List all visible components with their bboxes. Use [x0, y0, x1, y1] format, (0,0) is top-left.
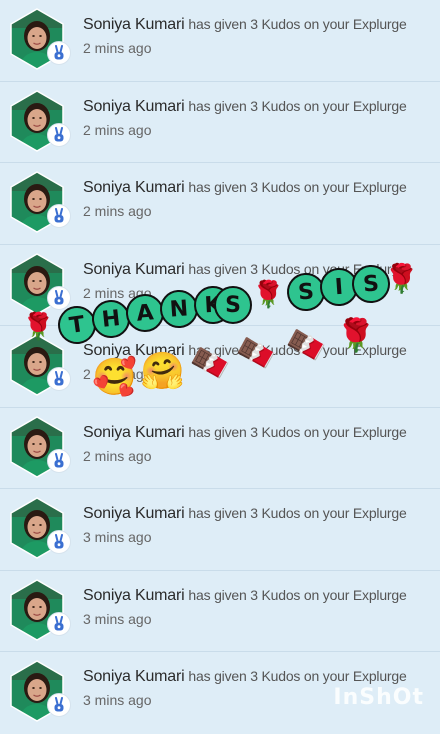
- notification-row[interactable]: Soniya Kumari has given 3 Kudos on your …: [0, 81, 440, 163]
- kudos-badge-icon: [47, 611, 71, 636]
- user-name[interactable]: Soniya Kumari: [83, 587, 185, 604]
- notification-message: has given 3 Kudos on your Explurge: [188, 179, 407, 195]
- timestamp: 3 mins ago: [83, 610, 152, 627]
- kudos-badge-icon: [47, 122, 71, 147]
- notification-message: has given 3 Kudos on your Explurge: [188, 342, 407, 358]
- user-name[interactable]: Soniya Kumari: [83, 668, 185, 685]
- notification-row[interactable]: Soniya Kumari has given 3 Kudos on your …: [0, 489, 440, 571]
- notification-list: Soniya Kumari has given 3 Kudos on your …: [0, 0, 440, 734]
- notification-row[interactable]: Soniya Kumari has given 3 Kudos on your …: [0, 163, 440, 245]
- timestamp: 2 mins ago: [83, 284, 152, 301]
- kudos-badge-icon: [47, 367, 71, 391]
- notification-message: has given 3 Kudos on your Explurge: [188, 505, 407, 521]
- notification-message: has given 3 Kudos on your Explurge: [188, 260, 407, 277]
- timestamp: 2 mins ago: [83, 203, 152, 219]
- notification-message: has given 3 Kudos on your Explurge: [188, 97, 407, 114]
- timestamp: 3 mins ago: [83, 529, 152, 545]
- notification-row[interactable]: Soniya Kumari has given 3 Kudos on your …: [0, 570, 440, 652]
- notification-row[interactable]: Soniya Kumari has given 3 Kudos on your …: [0, 407, 440, 489]
- notification-message: has given 3 Kudos on your Explurge: [188, 586, 407, 603]
- kudos-badge-icon: [47, 530, 71, 554]
- user-name[interactable]: Soniya Kumari: [83, 342, 185, 359]
- user-name[interactable]: Soniya Kumari: [83, 16, 185, 33]
- notification-row[interactable]: Soniya Kumari has given 3 Kudos on your …: [0, 326, 440, 408]
- user-name[interactable]: Soniya Kumari: [83, 98, 185, 115]
- notification-message: has given 3 Kudos on your Explurge: [188, 668, 407, 684]
- user-name[interactable]: Soniya Kumari: [83, 505, 185, 522]
- timestamp: 2 mins ago: [83, 447, 152, 464]
- kudos-badge-icon: [47, 41, 71, 65]
- user-name[interactable]: Soniya Kumari: [83, 424, 185, 441]
- notification-row[interactable]: Soniya Kumari has given 3 Kudos on your …: [0, 0, 440, 82]
- user-name[interactable]: Soniya Kumari: [83, 179, 185, 196]
- kudos-badge-icon: [47, 285, 71, 310]
- kudos-badge-icon: [47, 204, 71, 228]
- user-name[interactable]: Soniya Kumari: [83, 261, 185, 278]
- timestamp: 2 mins ago: [83, 40, 152, 56]
- inshot-watermark: InShOt: [333, 685, 424, 710]
- notification-message: has given 3 Kudos on your Explurge: [188, 16, 407, 32]
- timestamp: 2 mins ago: [83, 366, 152, 382]
- timestamp: 2 mins ago: [83, 121, 152, 138]
- kudos-badge-icon: [47, 693, 71, 717]
- notification-message: has given 3 Kudos on your Explurge: [188, 423, 407, 440]
- notification-row[interactable]: Soniya Kumari has given 3 Kudos on your …: [0, 244, 440, 326]
- kudos-badge-icon: [47, 448, 71, 473]
